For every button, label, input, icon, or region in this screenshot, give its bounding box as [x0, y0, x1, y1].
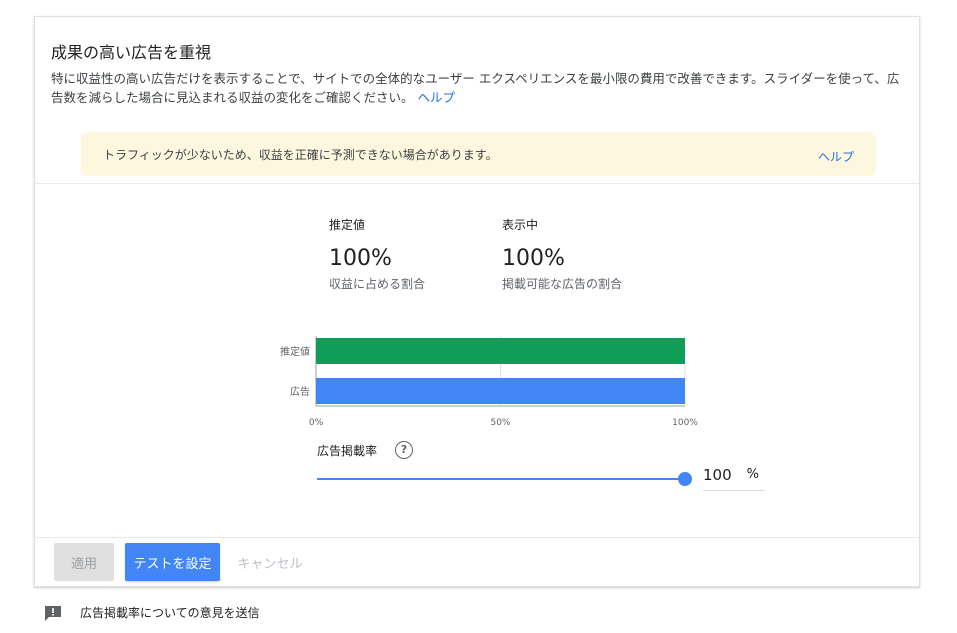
slider-unit: %: [746, 467, 759, 482]
cancel-button[interactable]: キャンセル: [230, 543, 310, 581]
metric-label: 推定値: [329, 218, 366, 232]
set-test-button[interactable]: テストを設定: [125, 543, 220, 581]
tick-label: 100%: [672, 418, 698, 428]
warning-text: トラフィックが少ないため、収益を正確に予測できない場合があります。: [103, 148, 498, 162]
apply-button[interactable]: 適用: [54, 543, 114, 581]
slider-value-input[interactable]: 100 %: [703, 463, 765, 491]
card-title: 成果の高い広告を重視: [51, 43, 212, 62]
help-link[interactable]: ヘルプ: [418, 90, 456, 105]
metric-estimate: 推定値 100% 収益に占める割合: [329, 216, 425, 292]
revenue-chart: 推定値広告 0% 50% 100%: [220, 310, 698, 428]
slider-track[interactable]: [317, 478, 685, 480]
metric-showing: 表示中 100% 掲載可能な広告の割合: [502, 216, 622, 292]
metric-label: 表示中: [502, 218, 539, 232]
feedback-link[interactable]: 広告掲載率についての意見を送信: [44, 604, 260, 621]
feedback-text: 広告掲載率についての意見を送信: [80, 606, 260, 620]
chart-svg: 推定値広告 0% 50% 100%: [280, 336, 698, 428]
metric-value: 100%: [329, 246, 392, 271]
ad-focus-card: 成果の高い広告を重視 特に収益性の高い広告だけを表示することで、サイトでの全体的…: [34, 16, 920, 587]
help-circle-icon[interactable]: ?: [395, 441, 413, 459]
bar: [316, 338, 685, 364]
slider-value: 100: [703, 466, 732, 484]
card-description: 特に収益性の高い広告だけを表示することで、サイトでの全体的なユーザー エクスペリ…: [51, 69, 903, 107]
category-label: 推定値: [280, 345, 310, 358]
warning-help-link[interactable]: ヘルプ: [818, 148, 854, 165]
description-text: 特に収益性の高い広告だけを表示することで、サイトでの全体的なユーザー エクスペリ…: [51, 71, 900, 105]
feedback-icon: [44, 605, 62, 621]
bar: [316, 378, 685, 404]
tick-label: 50%: [490, 418, 510, 428]
metric-value: 100%: [502, 246, 565, 271]
metric-sub: 収益に占める割合: [329, 277, 426, 291]
metric-sub: 掲載可能な広告の割合: [502, 277, 623, 291]
divider-bottom: [35, 537, 919, 538]
category-label: 広告: [290, 385, 310, 398]
tick-label: 0%: [309, 418, 324, 428]
low-traffic-warning: トラフィックが少ないため、収益を正確に予測できない場合があります。 ヘルプ: [81, 132, 876, 176]
slider-label: 広告掲載率: [317, 444, 378, 458]
divider-top: [35, 183, 919, 184]
slider-thumb[interactable]: [678, 472, 692, 486]
